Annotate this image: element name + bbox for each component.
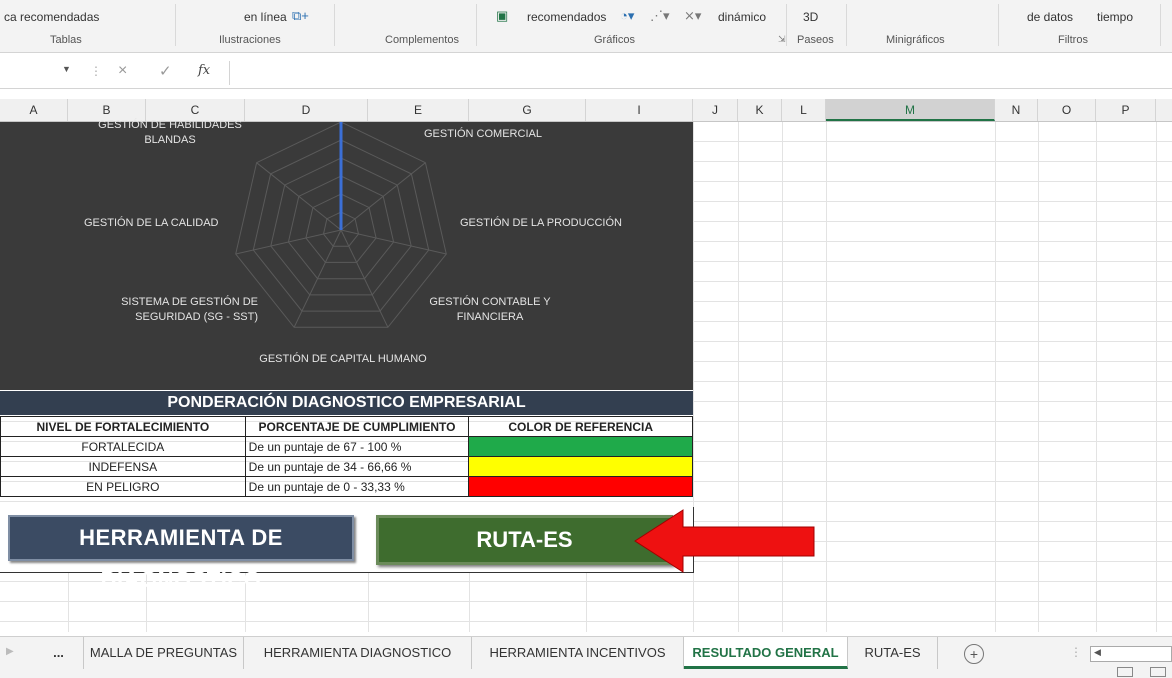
enter-icon[interactable]: ✓ bbox=[159, 62, 172, 80]
table-header-row: NIVEL DE FORTALECIMIENTO PORCENTAJE DE C… bbox=[0, 416, 693, 437]
tab-split-handle-icon[interactable]: ⋮ bbox=[1070, 645, 1082, 659]
column-header-a[interactable]: A bbox=[0, 99, 68, 121]
page-layout-view-icon[interactable] bbox=[1150, 667, 1166, 677]
button-area: HERRAMIENTA DE DIAGNOSTICO RUTA-ES bbox=[0, 507, 694, 592]
surface-chart-icon[interactable]: ⨯▾ bbox=[684, 8, 701, 24]
cancel-icon[interactable]: × bbox=[118, 62, 127, 80]
tab-herramienta-incentivos[interactable]: HERRAMIENTA INCENTIVOS bbox=[472, 637, 684, 669]
insert-function-icon[interactable]: fx bbox=[198, 63, 210, 78]
column-header-g[interactable]: G bbox=[469, 99, 586, 121]
ribbon: ca recomendadas Tablas en línea ⧉+ Ilust… bbox=[0, 0, 1172, 53]
axis-label-human-capital: GESTIÓN DE CAPITAL HUMANO bbox=[259, 353, 427, 365]
group-sparklines: Minigráficos bbox=[886, 34, 945, 46]
formula-input[interactable] bbox=[229, 61, 1172, 85]
column-header-d[interactable]: D bbox=[245, 99, 368, 121]
formula-bar: ▼ ⋮ × ✓ fx bbox=[0, 58, 1172, 89]
radar-spoke bbox=[340, 162, 426, 231]
column-header-j[interactable]: J bbox=[693, 99, 738, 121]
axis-label-safety: SISTEMA DE GESTIÓN DE SEGURIDAD (SG - SS… bbox=[121, 296, 258, 323]
recommended-label[interactable]: recomendados bbox=[527, 10, 606, 24]
more-sheets-button[interactable]: ... bbox=[34, 637, 84, 669]
axis-label-accounting: GESTIÓN CONTABLE Y FINANCIERA bbox=[429, 296, 551, 323]
dialog-launcher-icon[interactable]: ⇲ bbox=[778, 34, 786, 45]
column-header-i[interactable]: I bbox=[586, 99, 693, 121]
radar-spoke bbox=[340, 229, 447, 255]
percentage-cell[interactable]: De un puntaje de 67 - 100 % bbox=[244, 436, 470, 457]
tab-herramienta-diagnostico[interactable]: HERRAMIENTA DIAGNOSTICO bbox=[244, 637, 472, 669]
percentage-cell[interactable]: De un puntaje de 34 - 66,66 % bbox=[244, 456, 470, 477]
group-filters: Filtros bbox=[1058, 34, 1088, 46]
formula-bar-divider-icon: ⋮ bbox=[90, 64, 102, 78]
online-pictures-label[interactable]: en línea bbox=[244, 10, 287, 24]
column-header-m[interactable]: M bbox=[826, 99, 995, 121]
level-cell[interactable]: EN PELIGRO bbox=[0, 476, 246, 497]
table-row: INDEFENSA De un puntaje de 34 - 66,66 % bbox=[0, 456, 693, 477]
add-sheet-button[interactable]: + bbox=[964, 644, 984, 664]
group-addins: Complementos bbox=[385, 34, 459, 46]
group-tours: Paseos bbox=[797, 34, 834, 46]
tab-ruta-es[interactable]: RUTA-ES bbox=[848, 637, 938, 669]
tab-resultado-general[interactable]: RESULTADO GENERAL bbox=[684, 637, 848, 669]
header-percentage[interactable]: PORCENTAJE DE CUMPLIMIENTO bbox=[244, 416, 470, 437]
header-level[interactable]: NIVEL DE FORTALECIMIENTO bbox=[0, 416, 246, 437]
tab-malla-de-preguntas[interactable]: MALLA DE PREGUNTAS bbox=[84, 637, 244, 669]
level-cell[interactable]: INDEFENSA bbox=[0, 456, 246, 477]
radar-chart[interactable]: GESTIÓN DE HABILIDADES BLANDAS GESTIÓN C… bbox=[0, 119, 693, 390]
horizontal-scrollbar[interactable]: ◀ bbox=[1090, 646, 1172, 662]
weighting-table: NIVEL DE FORTALECIMIENTO PORCENTAJE DE C… bbox=[0, 416, 693, 497]
diagnostic-tool-button[interactable]: HERRAMIENTA DE DIAGNOSTICO bbox=[8, 515, 354, 592]
level-cell[interactable]: FORTALECIDA bbox=[0, 436, 246, 457]
reference-color-green[interactable] bbox=[468, 436, 693, 457]
pie-chart-icon[interactable]: ◔▾ bbox=[620, 8, 634, 24]
column-header-l[interactable]: L bbox=[782, 99, 826, 121]
scatter-chart-icon[interactable]: ⋰▾ bbox=[650, 8, 670, 24]
column-header-n[interactable]: N bbox=[995, 99, 1038, 121]
pivot-chart-label[interactable]: dinámico bbox=[718, 10, 766, 24]
scroll-left-icon[interactable]: ◀ bbox=[1094, 647, 1101, 658]
sheet-tab-bar: ▶ ... MALLA DE PREGUNTAS HERRAMIENTA DIA… bbox=[0, 636, 1172, 678]
column-header-o[interactable]: O bbox=[1038, 99, 1096, 121]
red-arrow-icon bbox=[634, 509, 815, 573]
group-illustrations: Ilustraciones bbox=[219, 34, 281, 46]
reference-color-red[interactable] bbox=[468, 476, 693, 497]
group-tables: Tablas bbox=[50, 34, 82, 46]
column-header-e[interactable]: E bbox=[368, 99, 469, 121]
slicer-label[interactable]: de datos bbox=[1027, 10, 1073, 24]
recommended-charts-icon[interactable]: ▣ bbox=[496, 8, 508, 24]
header-reference-color[interactable]: COLOR DE REFERENCIA bbox=[468, 416, 693, 437]
axis-label-production: GESTIÓN DE LA PRODUCCIÓN bbox=[460, 217, 622, 229]
name-box[interactable]: ▼ bbox=[0, 61, 82, 83]
ruta-es-button[interactable]: RUTA-ES bbox=[376, 515, 673, 565]
axis-label-quality: GESTIÓN DE LA CALIDAD bbox=[84, 217, 219, 229]
axis-label-commercial: GESTIÓN COMERCIAL bbox=[424, 128, 542, 140]
timeline-label[interactable]: tiempo bbox=[1097, 10, 1133, 24]
percentage-cell[interactable]: De un puntaje de 0 - 33,33 % bbox=[244, 476, 470, 497]
group-charts: Gráficos bbox=[594, 34, 635, 46]
weighting-table-title: PONDERACIÓN DIAGNOSTICO EMPRESARIAL bbox=[0, 391, 693, 415]
column-header-p[interactable]: P bbox=[1096, 99, 1156, 121]
table-row: EN PELIGRO De un puntaje de 0 - 33,33 % bbox=[0, 476, 693, 497]
scroll-tabs-left-icon[interactable]: ▶ bbox=[6, 646, 14, 657]
radar-chart-canvas bbox=[235, 121, 447, 328]
column-header-k[interactable]: K bbox=[738, 99, 782, 121]
name-box-dropdown-icon[interactable]: ▼ bbox=[62, 64, 71, 74]
normal-view-icon[interactable] bbox=[1117, 667, 1133, 677]
table-row: FORTALECIDA De un puntaje de 67 - 100 % bbox=[0, 436, 693, 457]
3d-map-label[interactable]: 3D bbox=[803, 10, 818, 24]
axis-label-soft-skills: GESTIÓN DE HABILIDADES BLANDAS bbox=[98, 119, 242, 146]
recommended-charts-label[interactable]: ca recomendadas bbox=[4, 10, 99, 24]
radar-spoke bbox=[235, 229, 342, 255]
addins-icon[interactable]: ⧉+ bbox=[292, 8, 309, 24]
reference-color-yellow[interactable] bbox=[468, 456, 693, 477]
radar-spoke bbox=[256, 162, 342, 231]
